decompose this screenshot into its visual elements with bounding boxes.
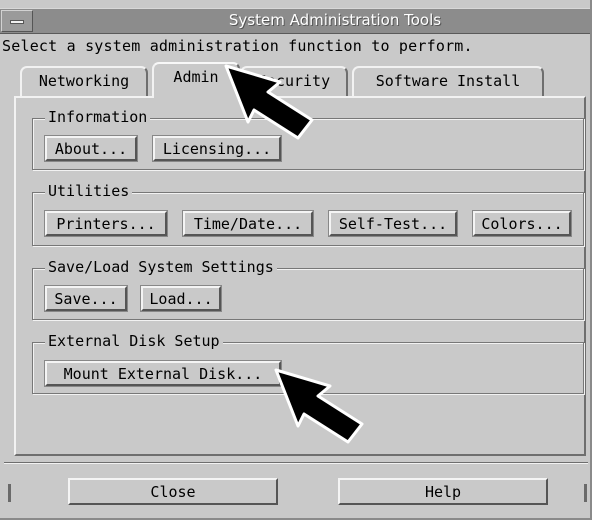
help-button[interactable]: Help	[338, 478, 548, 505]
load-button[interactable]: Load...	[140, 285, 222, 312]
utilities-group: Utilities Printers... Time/Date... Self-…	[32, 182, 584, 246]
footer-separator	[4, 462, 588, 464]
information-group-label: Information	[45, 108, 151, 126]
title-bar[interactable]: System Administration Tools	[0, 8, 590, 34]
save-load-settings-group: Save/Load System Settings Save... Load..…	[32, 258, 584, 320]
window-title: System Administration Tools	[228, 11, 442, 29]
save-button[interactable]: Save...	[44, 285, 128, 312]
utilities-group-label: Utilities	[45, 182, 133, 200]
printers-button[interactable]: Printers...	[44, 210, 168, 237]
colors-button[interactable]: Colors...	[472, 210, 572, 237]
save-load-group-label: Save/Load System Settings	[45, 258, 277, 276]
about-button[interactable]: About...	[44, 135, 138, 162]
window-menu-icon[interactable]	[1, 10, 33, 32]
mount-external-disk-button[interactable]: Mount External Disk...	[44, 360, 282, 387]
mouse-pointer-icon	[274, 368, 364, 444]
self-test-button[interactable]: Self-Test...	[328, 210, 458, 237]
tab-networking[interactable]: Networking	[20, 66, 148, 96]
left-edge-mark	[8, 484, 11, 502]
time-date-button[interactable]: Time/Date...	[182, 210, 314, 237]
tab-software-install[interactable]: Software Install	[352, 66, 544, 96]
close-button[interactable]: Close	[68, 478, 278, 505]
external-disk-group-label: External Disk Setup	[45, 332, 223, 350]
instructions-text: Select a system administration function …	[2, 37, 473, 55]
right-edge-mark	[584, 484, 587, 502]
mouse-pointer-icon	[224, 64, 314, 140]
